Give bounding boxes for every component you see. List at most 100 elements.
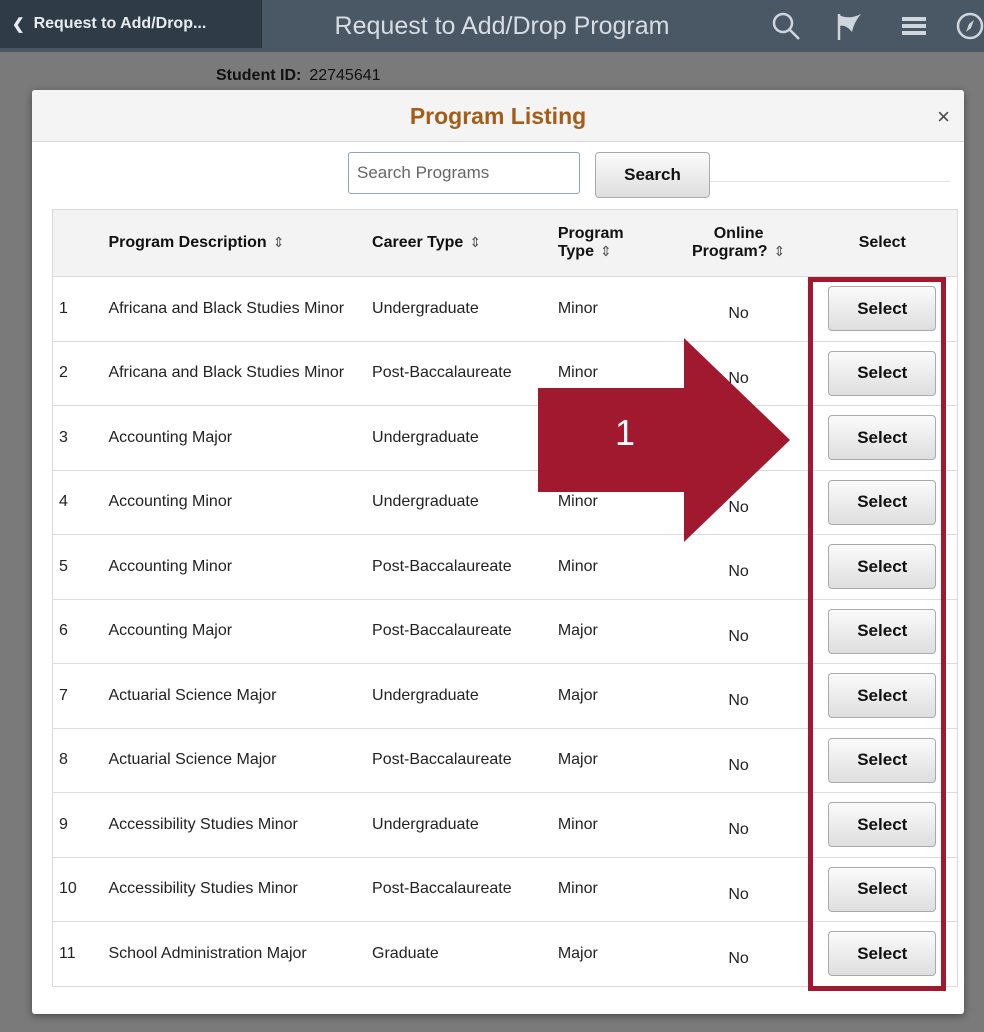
sort-icon[interactable]: ⇕: [469, 234, 481, 250]
divider: [710, 181, 950, 182]
select-cell: Select: [807, 921, 958, 987]
career-type: Undergraduate: [366, 276, 552, 342]
select-cell: Select: [807, 599, 958, 664]
table-row: 3 Accounting Major Undergraduate Major No Sel…: [52, 405, 958, 471]
online-program: No: [669, 728, 808, 793]
career-type: Post-Baccalaureate: [366, 534, 552, 600]
row-number: 3: [52, 405, 103, 471]
table-row: 7 Actuarial Science Major Undergraduate Maj…: [52, 663, 958, 729]
close-icon[interactable]: ×: [937, 104, 950, 130]
search-programs-input[interactable]: [348, 152, 580, 194]
column-header-select: Select: [807, 209, 958, 277]
select-cell: Select: [807, 341, 958, 406]
select-cell: Select: [807, 405, 958, 471]
program-description: Accounting Minor: [102, 470, 367, 535]
online-program: No: [669, 534, 808, 600]
table-header-row: Program Description ⇕ Career Type ⇕ Progra…: [52, 209, 958, 277]
online-program: No: [669, 857, 808, 922]
row-number: 6: [52, 599, 103, 664]
back-button[interactable]: ❮ Request to Add/Drop...: [0, 0, 262, 48]
program-type: Major: [551, 728, 670, 793]
program-description: School Administration Major: [102, 921, 367, 987]
search-icon[interactable]: [770, 10, 802, 42]
sort-icon[interactable]: ⇕: [774, 243, 786, 259]
program-description: Accounting Major: [102, 599, 367, 664]
program-description: Accounting Major: [102, 405, 367, 471]
table-row: 2 Africana and Black Studies Minor Post-Ba…: [52, 341, 958, 406]
online-program: No: [669, 663, 808, 729]
table-row: 9 Accessibility Studies Minor Undergraduat…: [52, 792, 958, 858]
program-type: Minor: [551, 857, 670, 922]
online-program: No: [669, 792, 808, 858]
sort-icon[interactable]: ⇕: [600, 243, 612, 259]
page-title: Request to Add/Drop Program: [334, 12, 670, 40]
flag-icon[interactable]: [834, 10, 866, 42]
column-header-career-type[interactable]: Career Type ⇕: [366, 209, 552, 277]
select-cell: Select: [807, 663, 958, 729]
column-header-online-program[interactable]: Online Program? ⇕: [669, 209, 808, 277]
career-type: Undergraduate: [366, 663, 552, 729]
select-button[interactable]: Select: [828, 479, 937, 525]
select-button[interactable]: Select: [828, 802, 937, 848]
program-type: Minor: [551, 276, 670, 342]
student-id-value: 22745641: [309, 67, 381, 84]
program-description: Africana and Black Studies Minor: [102, 276, 367, 342]
career-type: Undergraduate: [366, 792, 552, 858]
table-row: 1 Africana and Black Studies Minor Undergr…: [52, 276, 958, 342]
modal-title: Program Listing: [409, 103, 587, 129]
select-button[interactable]: Select: [828, 931, 937, 977]
row-number: 1: [52, 276, 103, 342]
select-button[interactable]: Select: [828, 608, 937, 654]
modal-header: Program Listing ×: [32, 90, 964, 142]
program-type: Minor: [551, 341, 670, 406]
program-type: Minor: [551, 470, 670, 535]
program-description: Actuarial Science Major: [102, 663, 367, 729]
select-button[interactable]: Select: [828, 866, 937, 912]
table-row: 11 School Administration Major Graduate Maj…: [52, 921, 958, 987]
row-number: 9: [52, 792, 103, 858]
program-description: Actuarial Science Major: [102, 728, 367, 793]
row-number: 2: [52, 341, 103, 406]
career-type: Undergraduate: [366, 405, 552, 471]
program-type: Major: [551, 921, 670, 987]
row-number: 4: [52, 470, 103, 535]
student-id: Student ID: 22745641: [216, 67, 381, 85]
career-type: Graduate: [366, 921, 552, 987]
select-button[interactable]: Select: [828, 544, 937, 590]
table-row: 5 Accounting Minor Post-Baccalaureate Minor…: [52, 534, 958, 600]
row-number-header: [52, 209, 103, 277]
row-number: 10: [52, 857, 103, 922]
search-button[interactable]: Search: [595, 152, 710, 198]
sort-icon[interactable]: ⇕: [273, 234, 285, 250]
student-id-label: Student ID:: [216, 67, 302, 84]
program-listing-modal: Program Listing × Search Program Descrip…: [32, 90, 964, 1014]
online-program: No: [669, 921, 808, 987]
online-program: No: [669, 470, 808, 535]
menu-icon[interactable]: [898, 10, 930, 42]
column-header-program-type[interactable]: Program Type ⇕: [551, 209, 670, 277]
compass-icon[interactable]: [954, 10, 984, 42]
header-bar: ❮ Request to Add/Drop... Request to Add/…: [0, 0, 984, 52]
career-type: Post-Baccalaureate: [366, 857, 552, 922]
select-button[interactable]: Select: [828, 673, 937, 719]
chevron-left-icon: ❮: [12, 16, 25, 33]
select-button[interactable]: Select: [828, 737, 937, 783]
career-type: Undergraduate: [366, 470, 552, 535]
select-button[interactable]: Select: [828, 415, 937, 461]
select-button[interactable]: Select: [828, 350, 937, 396]
table-row: 10 Accessibility Studies Minor Post-Baccal…: [52, 857, 958, 922]
table-row: 6 Accounting Major Post-Baccalaureate Major…: [52, 599, 958, 664]
program-description: Accessibility Studies Minor: [102, 792, 367, 858]
program-description: Accounting Minor: [102, 534, 367, 600]
table-row: 4 Accounting Minor Undergraduate Minor No Sel…: [52, 470, 958, 535]
column-header-description[interactable]: Program Description ⇕: [102, 209, 367, 277]
program-table: Program Description ⇕ Career Type ⇕ Progra…: [52, 209, 958, 987]
row-number: 11: [52, 921, 103, 987]
select-cell: Select: [807, 276, 958, 342]
career-type: Post-Baccalaureate: [366, 599, 552, 664]
table-row: 8 Actuarial Science Major Post-Baccalaurea…: [52, 728, 958, 793]
online-program: No: [669, 276, 808, 342]
program-type: Major: [551, 663, 670, 729]
select-button[interactable]: Select: [828, 286, 937, 332]
career-type: Post-Baccalaureate: [366, 728, 552, 793]
